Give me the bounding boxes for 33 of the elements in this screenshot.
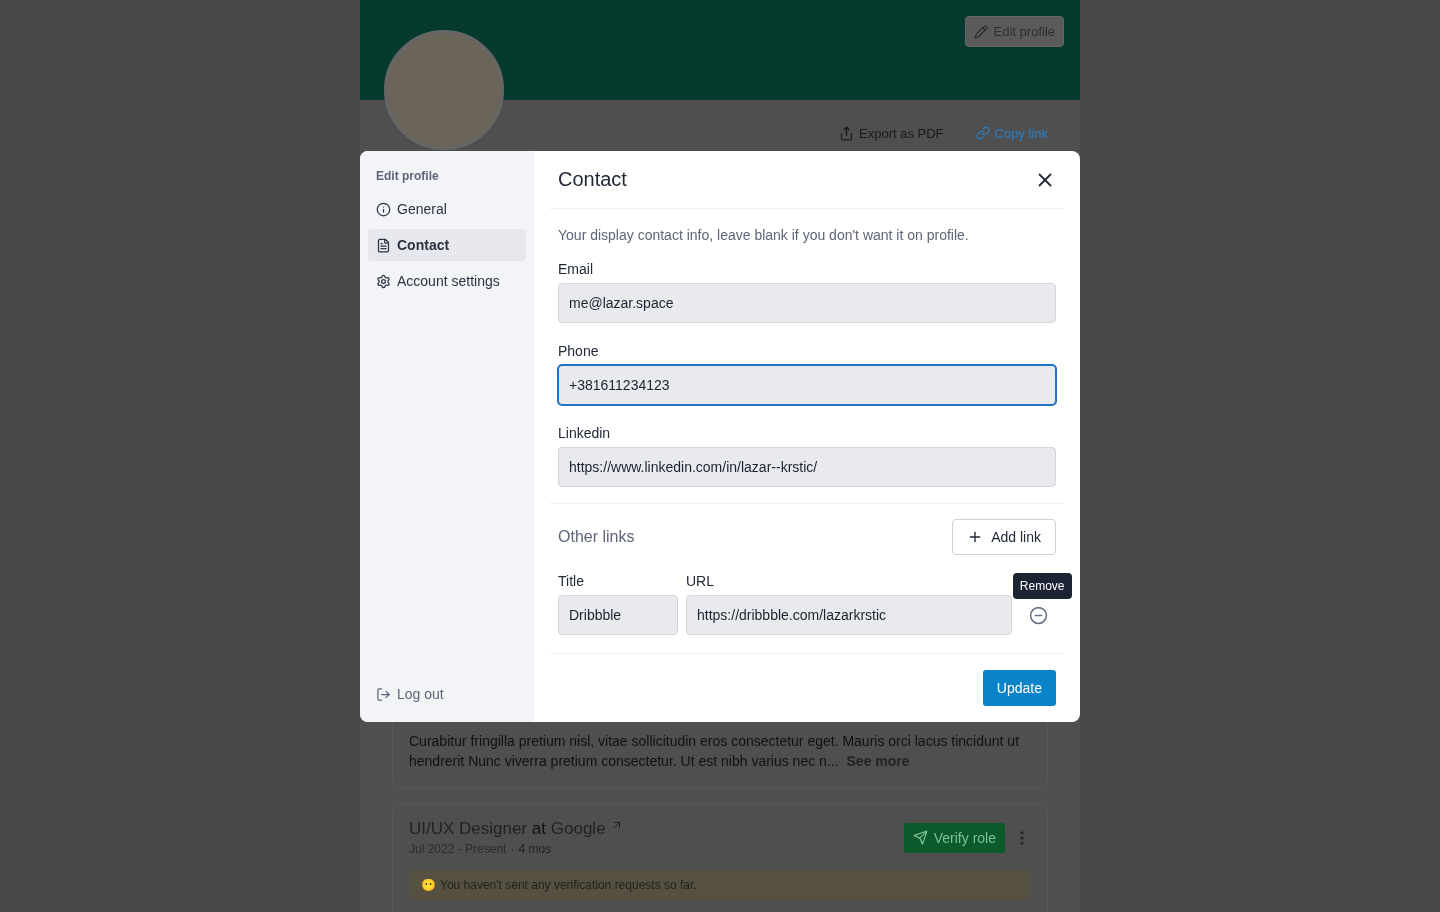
info-icon	[376, 201, 391, 217]
send-icon	[912, 830, 928, 845]
sidebar-item[interactable]: Contact	[368, 229, 526, 261]
log-out-icon	[376, 686, 391, 702]
sidebar-item[interactable]: Account settings	[368, 265, 526, 297]
sidebar-item[interactable]: General	[368, 193, 526, 225]
update-button[interactable]: Update	[982, 670, 1056, 706]
input-field[interactable]: https://dribbble.com/lazarkrstic	[686, 595, 1012, 635]
log-out-link[interactable]: Log out	[368, 686, 526, 706]
link-icon	[975, 126, 990, 140]
settings-icon	[376, 273, 391, 289]
input-field[interactable]: Dribbble	[558, 595, 678, 635]
column-label: Title	[558, 573, 585, 589]
field-label: Phone	[558, 343, 600, 359]
input-field[interactable]: https://www.linkedin.com/in/lazar--krstic/	[558, 447, 1056, 487]
verify-role-button[interactable]: Verify role	[903, 822, 1005, 853]
minus-circle-icon	[1028, 605, 1048, 625]
section-title: Other links	[558, 528, 635, 546]
sidebar-heading: Edit profile	[375, 168, 440, 185]
tooltip: Remove	[1012, 572, 1072, 599]
emoji-icon: 😶	[421, 878, 436, 892]
field-label: Linkedin	[558, 425, 612, 441]
input-field[interactable]: +381611234123	[558, 365, 1056, 405]
dialog-description: Your display contact info, leave blank if you don't want it on profile.	[558, 227, 970, 243]
input-field[interactable]: me@lazar.space	[558, 283, 1056, 323]
field-label: Email	[558, 261, 594, 277]
column-label: URL	[686, 573, 715, 589]
document-icon	[376, 237, 391, 253]
share-icon	[839, 125, 854, 141]
add-link-button[interactable]: Add link	[952, 519, 1056, 555]
dialog-title: Contact	[558, 168, 627, 191]
pencil-icon	[973, 24, 988, 39]
separator-dot: ·	[510, 842, 515, 856]
